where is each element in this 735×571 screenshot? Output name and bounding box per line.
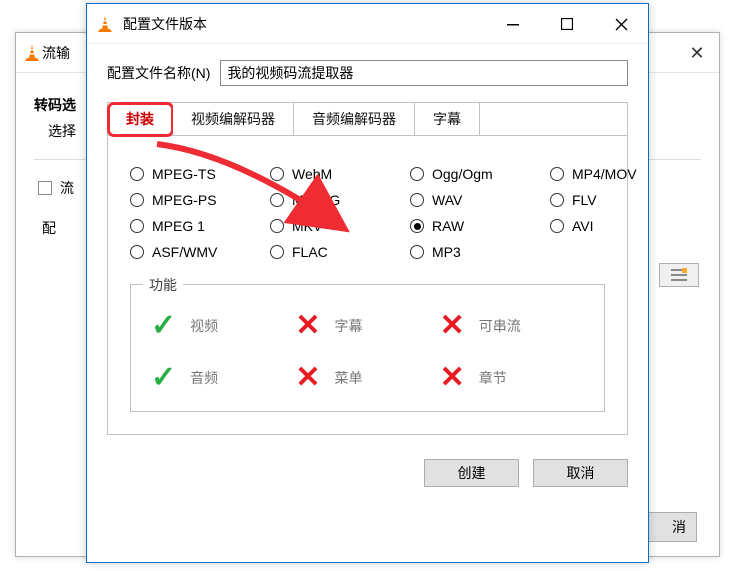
back-title: 流输 — [42, 43, 70, 63]
radio-mpegts[interactable]: MPEG-TS — [130, 166, 240, 182]
radio-flv[interactable]: FLV — [550, 192, 660, 208]
feature-audio: ✓音频 — [151, 363, 295, 393]
window-title: 配置文件版本 — [123, 14, 207, 34]
radio-wav[interactable]: WAV — [410, 192, 520, 208]
encap-radio-grid: MPEG-TS WebM Ogg/Ogm MP4/MOV MPEG-PS MJP… — [130, 166, 605, 260]
feature-video: ✓视频 — [151, 311, 295, 341]
close-icon — [615, 18, 628, 31]
feature-subs: ✕字幕 — [295, 311, 439, 341]
vlc-cone-icon — [22, 43, 42, 63]
cross-icon: ✕ — [295, 311, 320, 341]
checkbox-icon[interactable] — [38, 181, 52, 195]
radio-avi[interactable]: AVI — [550, 218, 660, 234]
tab-subtitles[interactable]: 字幕 — [415, 103, 480, 135]
feature-stream: ✕可串流 — [440, 311, 584, 341]
window-controls — [486, 4, 648, 43]
dialog-body: 配置文件名称(N) 封装 视频编解码器 音频编解码器 字幕 MPEG-TS We… — [87, 44, 648, 449]
list-icon — [671, 268, 687, 282]
radio-mkv[interactable]: MKV — [270, 218, 380, 234]
vlc-cone-icon — [95, 14, 115, 34]
radio-mp4[interactable]: MP4/MOV — [550, 166, 660, 182]
radio-raw[interactable]: RAW — [410, 218, 520, 234]
radio-asf[interactable]: ASF/WMV — [130, 244, 240, 260]
maximize-button[interactable] — [540, 4, 594, 44]
dialog-footer: 创建 取消 — [87, 449, 648, 503]
features-grid: ✓视频 ✕字幕 ✕可串流 ✓音频 ✕菜单 ✕章节 — [151, 311, 584, 393]
check-icon: ✓ — [151, 363, 176, 393]
titlebar: 配置文件版本 — [87, 4, 648, 44]
profile-name-row: 配置文件名称(N) — [107, 60, 628, 86]
tab-video-codec[interactable]: 视频编解码器 — [173, 103, 294, 135]
cancel-button[interactable]: 取消 — [533, 459, 628, 487]
feature-chapters: ✕章节 — [440, 363, 584, 393]
check-icon: ✓ — [151, 311, 176, 341]
feature-menu: ✕菜单 — [295, 363, 439, 393]
tab-content: MPEG-TS WebM Ogg/Ogm MP4/MOV MPEG-PS MJP… — [108, 136, 627, 434]
radio-mp3[interactable]: MP3 — [410, 244, 520, 260]
profile-name-input[interactable] — [220, 60, 628, 86]
maximize-icon — [561, 18, 573, 30]
back-checkbox-label: 流 — [60, 178, 74, 198]
profile-name-label: 配置文件名称(N) — [107, 63, 210, 83]
profile-edit-dialog: 配置文件版本 配置文件名称(N) 封装 视频编解码器 音频编解码器 字幕 MPE… — [86, 3, 649, 563]
radio-webm[interactable]: WebM — [270, 166, 380, 182]
create-button[interactable]: 创建 — [424, 459, 519, 487]
minimize-icon — [507, 18, 519, 30]
back-close-icon[interactable]: ✕ — [675, 33, 719, 73]
tab-strip: 封装 视频编解码器 音频编解码器 字幕 — [108, 103, 627, 136]
radio-flac[interactable]: FLAC — [270, 244, 380, 260]
features-legend: 功能 — [143, 275, 183, 295]
features-box: 功能 ✓视频 ✕字幕 ✕可串流 ✓音频 ✕菜单 ✕章节 — [130, 284, 605, 412]
radio-mjpeg[interactable]: MJPEG — [270, 192, 380, 208]
tabs-container: 封装 视频编解码器 音频编解码器 字幕 MPEG-TS WebM Ogg/Ogm… — [107, 102, 628, 435]
cross-icon: ✕ — [440, 363, 465, 393]
close-button[interactable] — [594, 4, 648, 44]
cross-icon: ✕ — [440, 311, 465, 341]
tab-encapsulation[interactable]: 封装 — [108, 103, 173, 136]
radio-mpeg1[interactable]: MPEG 1 — [130, 218, 240, 234]
list-button-icon[interactable] — [659, 263, 699, 287]
radio-mpegps[interactable]: MPEG-PS — [130, 192, 240, 208]
tab-audio-codec[interactable]: 音频编解码器 — [294, 103, 415, 135]
minimize-button[interactable] — [486, 4, 540, 44]
radio-ogg[interactable]: Ogg/Ogm — [410, 166, 520, 182]
cross-icon: ✕ — [295, 363, 320, 393]
